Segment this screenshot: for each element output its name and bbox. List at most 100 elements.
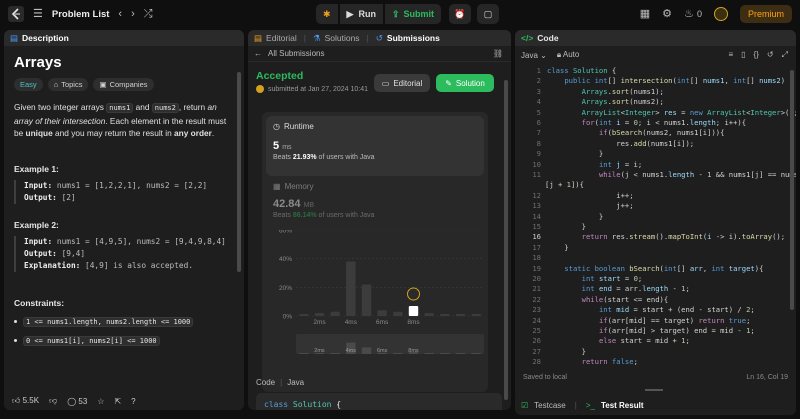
problem-title: Arrays: [14, 54, 62, 71]
list-item: 0 <= nums1[i], nums2[i] <= 1000: [14, 335, 234, 346]
runtime-box[interactable]: ◷ Runtime 5 ms Beats 21.93% of users with…: [266, 116, 484, 176]
shuffle-icon[interactable]: ⤮: [144, 8, 153, 20]
help-icon[interactable]: ?: [131, 397, 135, 406]
bar: [440, 314, 450, 316]
description-footer: 👍︎ 5.5K 👎︎ ◯ 53 ☆ ⇱ ?: [4, 392, 244, 410]
comments-button[interactable]: ◯ 53: [67, 397, 87, 406]
your-submission-marker: [407, 287, 420, 301]
like-button[interactable]: 👍︎ 5.5K: [12, 396, 39, 406]
tab-testcase[interactable]: Testcase: [534, 401, 566, 410]
cursor-position: Ln 16, Col 19: [746, 373, 788, 381]
list-icon[interactable]: ☰: [33, 8, 43, 20]
tab-description[interactable]: Description: [22, 33, 69, 43]
x-tick-label: 2ms: [313, 319, 326, 326]
notes-button[interactable]: ▢: [477, 4, 500, 24]
settings-icon[interactable]: ⚙: [662, 8, 672, 20]
editor-status-bar: Saved to local Ln 16, Col 19: [515, 370, 796, 384]
tag-icon: ⌂: [53, 80, 59, 89]
avatar: [256, 85, 264, 93]
star-icon[interactable]: ☆: [97, 397, 104, 406]
bar: [377, 310, 387, 316]
submission-subheader: ← All Submissions ⛓: [248, 46, 511, 62]
example-1-heading: Example 1:: [14, 163, 59, 174]
lock-icon: 🔒︎: [556, 50, 562, 59]
overview-tick-label: 8ms: [408, 348, 419, 354]
code-icon: </>: [521, 33, 534, 43]
memory-box[interactable]: ▦ Memory 42.84 MB Beats 86.14% of users w…: [273, 182, 375, 219]
bookmark-icon[interactable]: ▯: [741, 50, 745, 60]
terminal-icon: >_: [585, 400, 595, 410]
note-icon: ▢: [483, 8, 493, 19]
edit-icon: ✎: [445, 78, 452, 88]
tab-code[interactable]: Code: [537, 33, 558, 43]
description-scrollbar[interactable]: [237, 72, 241, 272]
upload-icon: ⇪: [391, 8, 400, 19]
link-icon[interactable]: ⛓: [493, 49, 503, 58]
tab-test-result[interactable]: Test Result: [601, 401, 644, 410]
submission-scrollbar[interactable]: [504, 80, 508, 400]
bar: [393, 311, 403, 316]
constraints-heading: Constraints:: [14, 297, 65, 308]
reset-icon[interactable]: ↺: [767, 50, 774, 60]
topics-tag[interactable]: ⌂ Topics: [47, 78, 89, 91]
format-icon[interactable]: ≡: [728, 50, 733, 60]
all-submissions-link[interactable]: All Submissions: [268, 49, 324, 58]
example-2-block: Input: nums1 = [4,9,5], nums2 = [9,4,9,8…: [14, 235, 234, 272]
auto-toggle[interactable]: 🔒︎ Auto: [557, 50, 580, 60]
share-icon[interactable]: ⇱: [114, 397, 121, 406]
list-item: 1 <= nums1.length, nums2.length <= 1000: [14, 316, 234, 327]
bar-highlighted: [408, 305, 419, 316]
top-bar: ☰ Problem List ‹ › ⤮ ✱ ▶ Run ⇪ Submit ⏰ ▢ …: [0, 0, 800, 28]
flask-icon: ⚗: [312, 32, 321, 43]
braces-icon[interactable]: {}: [754, 50, 759, 60]
panel-resize-handle[interactable]: [645, 389, 663, 391]
example-2-heading: Example 2:: [14, 219, 59, 230]
language-select[interactable]: Java ⌄: [521, 51, 547, 60]
memory-label: Memory: [284, 182, 314, 191]
runtime-value: 5 ms: [273, 140, 292, 152]
code-header: Code | Java: [256, 378, 305, 387]
submitted-code-preview: class Solution {: [256, 393, 502, 410]
description-tabbar: ▤ Description: [4, 30, 244, 46]
debug-button[interactable]: ✱: [316, 4, 338, 24]
problem-list-link[interactable]: Problem List: [52, 9, 110, 20]
y-tick-label: 40%: [279, 256, 292, 263]
y-tick-label: 60%: [279, 230, 292, 235]
performance-card: ◷ Runtime 5 ms Beats 21.93% of users with…: [262, 112, 488, 392]
problem-description: Given two integer arrays nums1 and nums2…: [14, 102, 227, 138]
description-panel: ▤ Description Arrays Easy ⌂ Topics ▣ Compa…: [4, 30, 244, 410]
layout-icon[interactable]: ▦: [640, 8, 650, 20]
streak-counter[interactable]: ♨ 0: [684, 8, 702, 20]
prev-problem-icon[interactable]: ‹: [118, 8, 122, 20]
difficulty-badge: Easy: [14, 78, 43, 91]
runtime-beats: Beats 21.93% of users with Java: [273, 154, 375, 161]
code-scrollbar[interactable]: [790, 70, 794, 310]
editorial-icon: ▤: [254, 32, 263, 43]
leetcode-logo[interactable]: [8, 6, 24, 22]
editorial-button[interactable]: ▭ Editorial: [374, 74, 430, 92]
dislike-icon[interactable]: 👎︎: [49, 396, 57, 406]
avatar[interactable]: [713, 7, 728, 21]
solution-button[interactable]: ✎ Solution: [436, 74, 494, 92]
companies-tag[interactable]: ▣ Companies: [93, 78, 154, 91]
chip-icon: ▦: [273, 182, 281, 191]
timer-button[interactable]: ⏰: [449, 4, 472, 24]
submit-button[interactable]: ⇪ Submit: [384, 4, 442, 24]
doc-icon: ▤: [10, 32, 19, 43]
overview-bar: [361, 347, 372, 354]
tab-submissions[interactable]: Submissions: [387, 33, 440, 43]
back-arrow-icon[interactable]: ←: [254, 49, 262, 58]
run-button[interactable]: ▶ Run: [339, 4, 383, 24]
runtime-distribution-chart[interactable]: 60% 40% 20% 0% 2ms 4ms 6ms 8ms 2ms 4ms 6ms 8ms: [262, 230, 488, 380]
overview-tick-label: 4ms: [346, 348, 357, 354]
code-editor[interactable]: 1 class Solution { 2 public int[] interse…: [515, 66, 796, 366]
premium-button[interactable]: Premium: [739, 5, 792, 23]
next-problem-icon[interactable]: ›: [131, 8, 135, 20]
tab-solutions[interactable]: Solutions: [325, 33, 360, 43]
bar: [361, 284, 372, 316]
overview-bar: [424, 353, 434, 354]
fullscreen-icon[interactable]: ⤢: [782, 50, 788, 60]
code-editor-panel: </> Code Java ⌄ 🔒︎ Auto ≡ ▯ {} ↺ ⤢ 1 clas…: [515, 30, 796, 410]
history-icon: ↺: [375, 32, 383, 43]
tab-editorial[interactable]: Editorial: [266, 33, 297, 43]
